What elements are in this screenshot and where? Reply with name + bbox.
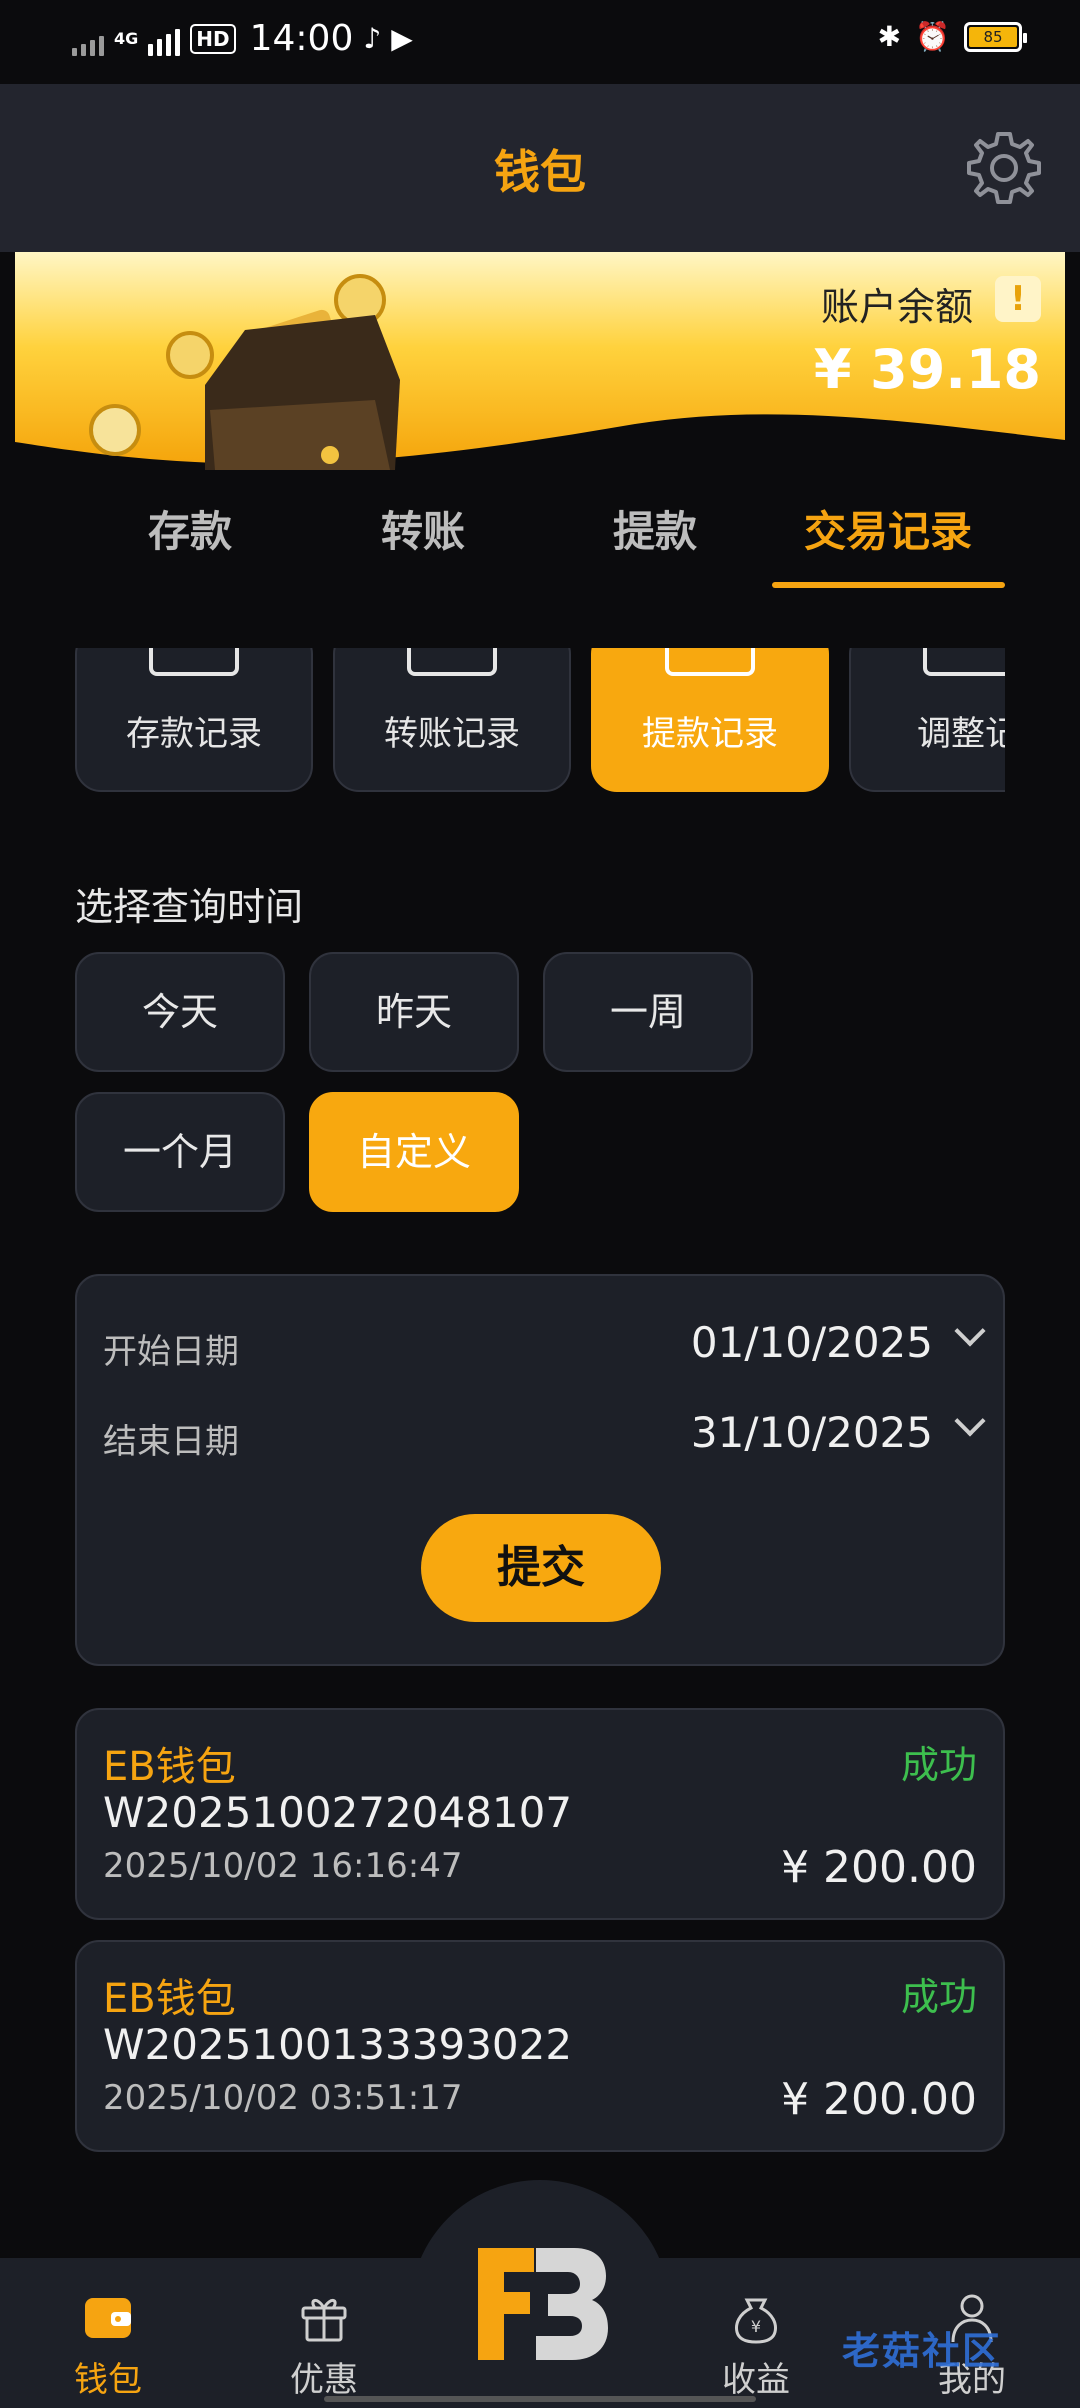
- hd-badge: HD: [190, 23, 236, 54]
- record-wallet: EB钱包: [103, 1976, 236, 2022]
- transfer-records-button[interactable]: 转账记录: [333, 648, 571, 792]
- start-date-label: 开始日期: [103, 1332, 239, 1372]
- balance-banner: 账户余额 ! ¥ 39.18: [15, 252, 1065, 470]
- record-type-label: 调整记: [917, 714, 1005, 754]
- page-title: 钱包: [494, 145, 586, 199]
- record-status: 成功: [900, 1975, 977, 2019]
- record-type-label: 存款记录: [126, 714, 262, 754]
- date-filter-panel: 开始日期 01/10/2025 结束日期 31/10/2025 提交: [75, 1274, 1005, 1666]
- chevron-down-icon[interactable]: [954, 1405, 986, 1437]
- svg-text:¥: ¥: [751, 2317, 761, 2336]
- tiktok-icon: ♪: [363, 22, 382, 55]
- balance-value: ¥ 39.18: [813, 338, 1041, 401]
- record-amount: ¥ 200.00: [781, 2074, 977, 2125]
- record-time: 2025/10/02 03:51:17: [103, 2078, 463, 2118]
- end-date-label: 结束日期: [103, 1422, 239, 1462]
- bluetooth-icon: ✱: [877, 20, 902, 53]
- balance-label: 账户余额: [820, 285, 973, 329]
- battery-icon: 85: [964, 21, 1027, 52]
- nav-wallet[interactable]: 钱包: [28, 2290, 188, 2401]
- nav-promotions[interactable]: 优惠: [244, 2290, 404, 2401]
- app-header: 钱包: [0, 84, 1080, 252]
- tab-deposit[interactable]: 存款: [75, 498, 305, 559]
- fb-logo-icon[interactable]: [470, 2244, 610, 2364]
- record-status: 成功: [900, 1743, 977, 1787]
- end-date-value[interactable]: 31/10/2025: [691, 1408, 933, 1457]
- tab-withdraw[interactable]: 提款: [540, 498, 770, 559]
- wallet-illustration: [89, 274, 400, 470]
- record-id: W2025100272048107: [103, 1788, 573, 1837]
- home-indicator[interactable]: [324, 2396, 756, 2402]
- status-time: 14:00: [249, 18, 354, 59]
- signal-strength-icon: [148, 22, 181, 56]
- notice-icon[interactable]: !: [995, 276, 1041, 322]
- adjustment-records-button[interactable]: 调整记: [849, 648, 1005, 792]
- transaction-record[interactable]: EB钱包 成功 W2025100133393022 2025/10/02 03:…: [75, 1940, 1005, 2152]
- gift-icon: [301, 2299, 347, 2342]
- withdraw-records-button[interactable]: 提款记录: [591, 648, 829, 792]
- settings-gear-icon[interactable]: [964, 128, 1044, 208]
- nav-earnings[interactable]: ¥ 收益: [676, 2290, 836, 2401]
- record-wallet: EB钱包: [103, 1744, 236, 1790]
- week-chip[interactable]: 一周: [543, 952, 753, 1072]
- battery-level: 85: [969, 26, 1017, 47]
- custom-chip[interactable]: 自定义: [309, 1092, 519, 1212]
- network-type: 4G: [114, 29, 139, 48]
- tab-transfer[interactable]: 转账: [308, 498, 538, 559]
- start-date-value[interactable]: 01/10/2025: [691, 1318, 933, 1367]
- record-id: W2025100133393022: [103, 2020, 573, 2069]
- document-icon: [923, 648, 1005, 676]
- record-type-label: 提款记录: [642, 714, 778, 754]
- yesterday-chip[interactable]: 昨天: [309, 952, 519, 1072]
- query-time-label: 选择查询时间: [75, 885, 304, 929]
- nav-label: 优惠: [290, 2360, 358, 2400]
- record-amount: ¥ 200.00: [781, 1842, 977, 1893]
- status-bar: 4G HD 14:00 ♪ ▶ ✱ ⏰ 85: [0, 0, 1080, 84]
- nav-label: 钱包: [74, 2360, 142, 2400]
- submit-button[interactable]: 提交: [421, 1514, 661, 1622]
- wallet-icon: [85, 2298, 131, 2338]
- document-icon: [149, 648, 239, 676]
- record-type-row[interactable]: 存款记录 转账记录 提款记录 调整记: [75, 648, 1005, 794]
- deposit-records-button[interactable]: 存款记录: [75, 648, 313, 792]
- chevron-down-icon[interactable]: [954, 1315, 986, 1347]
- nav-label: 收益: [722, 2360, 790, 2400]
- document-icon: [407, 648, 497, 676]
- record-type-label: 转账记录: [384, 714, 520, 754]
- tab-transactions[interactable]: 交易记录: [773, 498, 1003, 559]
- signal-icon: [72, 22, 104, 56]
- wallet-tabs: 存款 转账 提款 交易记录: [0, 470, 1080, 590]
- transaction-record[interactable]: EB钱包 成功 W2025100272048107 2025/10/02 16:…: [75, 1708, 1005, 1920]
- document-icon: [665, 648, 755, 676]
- video-app-icon: ▶: [391, 22, 413, 55]
- active-tab-indicator: [772, 582, 1005, 588]
- alarm-icon: ⏰: [915, 20, 950, 53]
- record-time: 2025/10/02 16:16:47: [103, 1846, 463, 1886]
- watermark-logo: 老菇社区: [842, 2329, 1003, 2373]
- money-bag-icon: ¥: [735, 2298, 777, 2344]
- month-chip[interactable]: 一个月: [75, 1092, 285, 1212]
- today-chip[interactable]: 今天: [75, 952, 285, 1072]
